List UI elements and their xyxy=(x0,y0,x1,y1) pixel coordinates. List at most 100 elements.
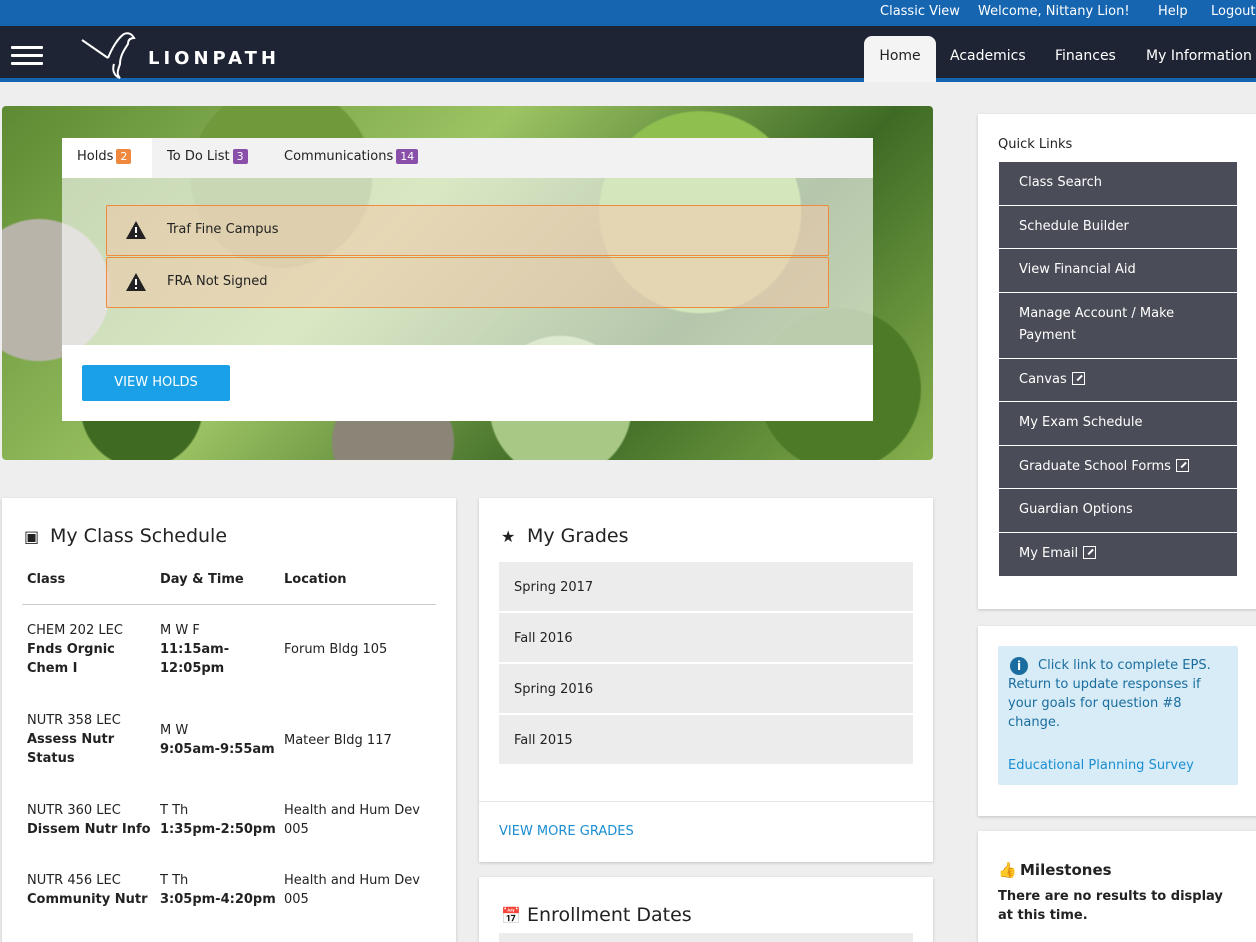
brand-wordmark[interactable]: LIONPATH xyxy=(148,48,280,69)
class-code: NUTR 358 LEC xyxy=(27,713,121,728)
grades-footer-divider xyxy=(479,801,933,802)
quick-link-my-email[interactable]: My Email xyxy=(999,533,1237,576)
hold-item[interactable]: Traf Fine Campus xyxy=(106,205,829,256)
class-name: Dissem Nutr Info xyxy=(27,822,151,837)
grade-term-row[interactable]: Spring 2017 xyxy=(499,562,913,612)
quick-links-title: Quick Links xyxy=(998,137,1073,152)
quick-link-canvas[interactable]: Canvas xyxy=(999,359,1237,402)
schedule-class-cell[interactable]: NUTR 456 LEC Community Nutr xyxy=(27,871,157,909)
quick-link-manage-account[interactable]: Manage Account / Make Payment xyxy=(999,293,1237,359)
milestones-empty-message: There are no results to display at this … xyxy=(998,889,1223,923)
educational-planning-survey-link[interactable]: Educational Planning Survey xyxy=(1008,758,1194,773)
schedule-time-cell: M W F 11:15am-12:05pm xyxy=(160,621,275,678)
class-name: Fnds Orgnic Chem I xyxy=(27,642,115,676)
calendar-icon: 📅 xyxy=(501,906,521,925)
thumbs-up-icon: 👍 xyxy=(998,861,1017,879)
class-name: Community Nutr xyxy=(27,892,148,907)
external-link-icon xyxy=(1071,372,1085,385)
class-time: 3:05pm-4:20pm xyxy=(160,892,276,907)
view-more-grades-link[interactable]: VIEW MORE GRADES xyxy=(499,824,634,839)
class-days: M W F xyxy=(160,623,200,638)
warning-icon xyxy=(126,273,146,291)
class-days: M W xyxy=(160,723,189,738)
schedule-time-cell: M W 9:05am-9:55am xyxy=(160,721,280,759)
schedule-location-cell: Mateer Bldg 117 xyxy=(284,733,392,748)
milestones-title: 👍 Milestones xyxy=(998,861,1112,879)
holds-panel: Holds 2 To Do List 3 Communications 14 Traf… xyxy=(62,138,873,421)
tab-todo-label: To Do List xyxy=(167,149,230,164)
todo-count-badge: 3 xyxy=(232,149,248,164)
hold-item-label: Traf Fine Campus xyxy=(167,222,279,237)
class-days: T Th xyxy=(160,803,189,818)
class-code: NUTR 456 LEC xyxy=(27,873,121,888)
schedule-header-divider xyxy=(22,604,436,605)
book-icon: ▣ xyxy=(24,527,40,546)
lion-logo-icon xyxy=(81,32,136,79)
enrollment-dates-title: 📅 Enrollment Dates xyxy=(501,904,692,926)
schedule-location-cell: Health and Hum Dev 005 xyxy=(284,803,420,837)
quick-link-label: Class Search xyxy=(1019,175,1102,190)
grade-term-row[interactable]: Fall 2015 xyxy=(499,715,913,765)
logout-link[interactable]: Logout xyxy=(1211,4,1256,19)
quick-link-class-search[interactable]: Class Search xyxy=(999,162,1237,206)
schedule-location-cell: Forum Bldg 105 xyxy=(284,642,388,657)
hamburger-menu-icon[interactable] xyxy=(11,46,43,66)
info-icon: i xyxy=(1010,657,1028,675)
tab-holds[interactable]: Holds 2 xyxy=(62,138,152,178)
class-time: 11:15am-12:05pm xyxy=(160,642,230,676)
schedule-time-cell: T Th 3:05pm-4:20pm xyxy=(160,871,280,909)
class-code: NUTR 360 LEC xyxy=(27,803,121,818)
column-header-day-time: Day & Time xyxy=(160,572,244,587)
grades-title-text: My Grades xyxy=(527,525,629,547)
eps-info-box: Click link to complete EPS. Return to up… xyxy=(998,646,1238,785)
quick-link-my-exam-schedule[interactable]: My Exam Schedule xyxy=(999,402,1237,446)
milestones-title-text: Milestones xyxy=(1020,861,1112,879)
quick-link-label: Canvas xyxy=(1019,372,1067,387)
warning-icon xyxy=(126,221,146,239)
external-link-icon xyxy=(1175,459,1189,472)
welcome-message: Welcome, Nittany Lion! xyxy=(978,4,1130,19)
help-link[interactable]: Help xyxy=(1158,4,1188,19)
quick-link-label: My Exam Schedule xyxy=(1019,415,1143,430)
view-holds-button[interactable]: VIEW HOLDS xyxy=(82,365,230,401)
holds-tab-bar: Holds 2 To Do List 3 Communications 14 xyxy=(62,138,873,178)
schedule-class-cell[interactable]: NUTR 358 LEC Assess Nutr Status xyxy=(27,711,152,768)
quick-link-view-financial-aid[interactable]: View Financial Aid xyxy=(999,249,1237,293)
class-time: 9:05am-9:55am xyxy=(160,742,275,757)
column-header-location: Location xyxy=(284,572,347,587)
holds-count-badge: 2 xyxy=(116,149,132,164)
tab-communications-label: Communications xyxy=(284,149,394,164)
hold-item[interactable]: FRA Not Signed xyxy=(106,257,829,308)
grade-term-row[interactable]: Spring 2016 xyxy=(499,664,913,714)
main-navbar: LIONPATH Home Academics Finances My Info… xyxy=(0,26,1256,82)
star-icon: ★ xyxy=(501,527,516,546)
enrollment-row xyxy=(499,933,913,942)
enrollment-dates-title-text: Enrollment Dates xyxy=(527,904,692,926)
schedule-location-cell: Health and Hum Dev 005 xyxy=(284,873,420,907)
schedule-class-cell[interactable]: CHEM 202 LEC Fnds Orgnic Chem I xyxy=(27,621,152,678)
quick-link-schedule-builder[interactable]: Schedule Builder xyxy=(999,206,1237,249)
nav-tab-my-information[interactable]: My Information xyxy=(1146,48,1252,64)
quick-link-graduate-school-forms[interactable]: Graduate School Forms xyxy=(999,446,1237,489)
quick-link-label: Schedule Builder xyxy=(1019,219,1129,234)
tab-communications[interactable]: Communications 14 xyxy=(284,149,419,164)
class-schedule-title: ▣ My Class Schedule xyxy=(24,525,227,547)
class-name: Assess Nutr Status xyxy=(27,732,115,766)
quick-link-label: Graduate School Forms xyxy=(1019,459,1171,474)
tab-holds-label: Holds xyxy=(77,149,114,164)
communications-count-badge: 14 xyxy=(396,149,419,164)
grade-term-row[interactable]: Fall 2016 xyxy=(499,613,913,663)
schedule-class-cell[interactable]: NUTR 360 LEC Dissem Nutr Info xyxy=(27,801,152,839)
eps-message: Click link to complete EPS. Return to up… xyxy=(1008,658,1211,730)
class-days: T Th xyxy=(160,873,189,888)
nav-tab-finances[interactable]: Finances xyxy=(1055,48,1116,64)
quick-link-guardian-options[interactable]: Guardian Options xyxy=(999,489,1237,533)
quick-link-label: View Financial Aid xyxy=(1019,262,1136,277)
tab-todo-list[interactable]: To Do List 3 xyxy=(167,149,248,164)
classic-view-link[interactable]: Classic View xyxy=(880,4,960,19)
nav-tab-home[interactable]: Home xyxy=(864,36,936,82)
grades-title: ★ My Grades xyxy=(501,525,629,547)
external-link-icon xyxy=(1083,546,1097,559)
nav-tab-academics[interactable]: Academics xyxy=(950,48,1026,64)
utility-bar: Classic View Welcome, Nittany Lion! Help… xyxy=(0,0,1256,26)
